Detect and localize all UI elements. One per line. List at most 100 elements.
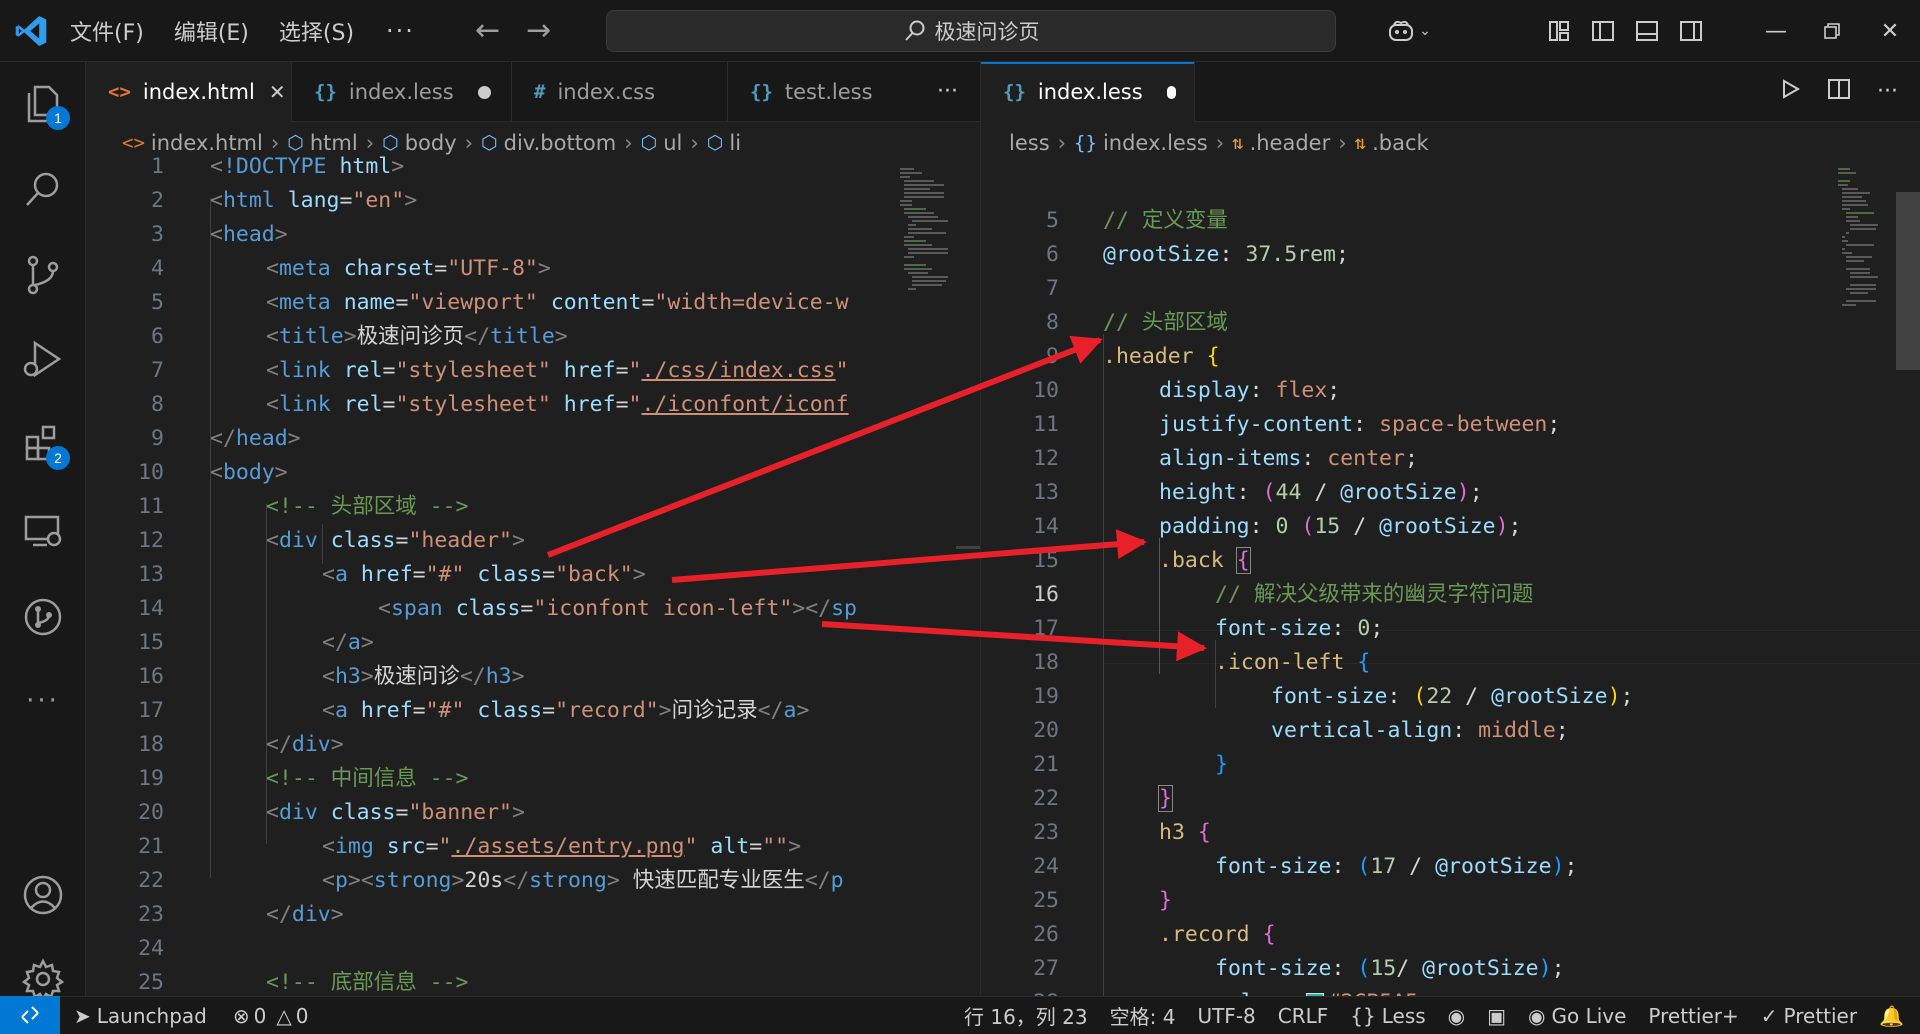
encoding[interactable]: UTF-8 (1197, 1004, 1255, 1028)
tab-index-css[interactable]: # index.css (512, 62, 728, 122)
code-line: 20 <div class="banner"> (86, 796, 980, 830)
code-text: display: flex; (1159, 378, 1341, 403)
right-scrollbar-thumb[interactable] (1896, 192, 1920, 370)
toggle-panel-icon[interactable] (1630, 14, 1664, 48)
go-live-label: Go Live (1551, 1003, 1627, 1028)
code-text: <link rel="stylesheet" href="./iconfont/… (266, 392, 849, 417)
tab-index-less-right[interactable]: {} index.less (981, 62, 1195, 122)
source-control-button[interactable] (0, 240, 86, 310)
code-text: <p><strong>20s</strong> 快速匹配专业医生</p (322, 868, 844, 893)
tab-index-less[interactable]: {} index.less (292, 62, 512, 122)
code-text: <!DOCTYPE html> (210, 154, 405, 179)
code-line: 7 <link rel="stylesheet" href="./css/inde… (86, 354, 980, 388)
terminal-icon[interactable]: ▣ (1487, 1004, 1506, 1028)
code-text: <span class="iconfont icon-left"></sp (378, 596, 857, 621)
line-number: 2 (151, 188, 164, 213)
cursor-position[interactable]: 行 16，列 23 (964, 1001, 1088, 1030)
more-views-button[interactable]: ··· (0, 666, 86, 736)
line-number: 21 (1033, 752, 1059, 777)
left-minimap[interactable] (898, 164, 958, 364)
copilot-icon[interactable]: ⌄ (1381, 14, 1437, 48)
breadcrumb-item[interactable]: .back (1372, 131, 1429, 155)
line-number: 9 (1046, 344, 1059, 369)
code-text: <title>极速问诊页</title> (266, 324, 568, 349)
run-icon[interactable] (1779, 78, 1801, 106)
breadcrumb-item[interactable]: index.less (1103, 131, 1208, 155)
left-scrollbar-indicator[interactable] (956, 546, 980, 549)
search-button[interactable] (0, 154, 86, 224)
line-number: 19 (1033, 684, 1059, 709)
menu-more-button[interactable]: ··· (386, 17, 415, 45)
run-debug-icon (23, 340, 62, 378)
tab-index-html[interactable]: <> index.html ✕ (86, 62, 292, 122)
tab-label: test.less (784, 80, 873, 104)
code-line: 15 </a> (86, 626, 980, 660)
code-line: 17 <a href="#" class="record">问诊记录</a> (86, 694, 980, 728)
forward-arrow-icon[interactable]: → (526, 15, 551, 46)
code-text: // 定义变量 (1103, 208, 1228, 233)
language-mode[interactable]: {} Less (1350, 1004, 1425, 1028)
prettier-plus-button[interactable]: Prettier+ (1648, 1004, 1738, 1028)
right-minimap[interactable] (1836, 164, 1896, 364)
split-editor-icon[interactable] (1827, 78, 1851, 106)
less-code-editor[interactable]: 5 // 定义变量 6 @rootSize: 37.5rem; 7 8 // 头部区域… (981, 164, 1920, 996)
minimize-icon[interactable]: — (1748, 0, 1804, 62)
code-text: } (1215, 752, 1228, 777)
git-graph-button[interactable] (0, 582, 86, 652)
tab-label: index.css (557, 80, 656, 104)
end-of-line[interactable]: CRLF (1278, 1004, 1329, 1028)
line-number: 7 (151, 358, 164, 383)
code-line: 10 display: flex; (981, 374, 1920, 408)
line-number: 16 (138, 664, 164, 689)
explorer-button[interactable]: 1 (0, 68, 86, 138)
breadcrumb: less › {} index.less › ⇅ .header › ⇅ .ba… (981, 122, 1920, 164)
unsaved-dot-icon[interactable] (477, 85, 491, 99)
toggle-secondary-sidebar-icon[interactable] (1674, 14, 1708, 48)
tab-test-less[interactable]: {} test.less (728, 62, 908, 122)
launchpad-button[interactable]: ➤ Launchpad (74, 1004, 207, 1028)
problems-button[interactable]: ⊗ 0 △ 0 (233, 1004, 309, 1028)
notifications-bell-icon[interactable]: 🔔 (1879, 1004, 1904, 1028)
line-number: 5 (151, 290, 164, 315)
command-center-label: 极速问诊页 (934, 20, 1040, 44)
prettier-button[interactable]: ✓ Prettier (1761, 1004, 1857, 1028)
toggle-primary-sidebar-icon[interactable] (1586, 14, 1620, 48)
code-line: 12 <div class="header"> (86, 524, 980, 558)
breadcrumb-item[interactable]: .header (1250, 131, 1331, 155)
check-icon: ✓ (1760, 1003, 1778, 1028)
command-center-search[interactable]: 极速问诊页 (606, 10, 1336, 52)
launchpad-label: Launchpad (96, 1003, 207, 1028)
back-arrow-icon[interactable]: ← (475, 15, 500, 46)
code-line: 8 <link rel="stylesheet" href="./iconfont… (86, 388, 980, 422)
html-code-editor[interactable]: 1 <!DOCTYPE html> 2 <html lang="en"> 3 <hea… (86, 154, 980, 996)
less-file-icon: {} (750, 81, 773, 103)
menu-edit[interactable]: 编辑(E) (174, 15, 249, 47)
remote-explorer-button[interactable] (0, 496, 86, 566)
close-icon[interactable]: ✕ (269, 80, 286, 104)
run-debug-button[interactable] (0, 324, 86, 394)
customize-layout-icon[interactable] (1542, 14, 1576, 48)
code-text: <!-- 头部区域 --> (266, 494, 469, 519)
gear-icon (21, 958, 65, 1001)
tabs-more-button[interactable]: ··· (937, 62, 980, 121)
code-line: 6 @rootSize: 37.5rem; (981, 238, 1920, 272)
restore-icon[interactable] (1804, 0, 1860, 62)
line-number: 6 (151, 324, 164, 349)
editor-more-actions-button[interactable]: ··· (1877, 79, 1898, 104)
accounts-button[interactable] (0, 860, 86, 930)
code-line: 14 padding: 0 (15 / @rootSize); (981, 510, 1920, 544)
line-number: 1 (151, 154, 164, 179)
menu-file[interactable]: 文件(F) (70, 15, 144, 47)
code-line: 21} (981, 748, 1920, 782)
indentation[interactable]: 空格: 4 (1110, 1001, 1176, 1030)
unsaved-dot-icon[interactable] (1166, 85, 1176, 99)
close-window-icon[interactable]: ✕ (1860, 0, 1920, 62)
line-number: 15 (1033, 548, 1059, 573)
breadcrumb-item[interactable]: less (1009, 131, 1050, 155)
go-live-button[interactable]: ◉ Go Live (1528, 1004, 1626, 1028)
menu-selection[interactable]: 选择(S) (279, 15, 354, 47)
remote-indicator-button[interactable] (0, 996, 60, 1034)
code-line: 5 // 定义变量 (981, 204, 1920, 238)
copilot-status-icon[interactable]: ◉ (1448, 1004, 1465, 1028)
extensions-button[interactable]: 2 (0, 408, 86, 478)
